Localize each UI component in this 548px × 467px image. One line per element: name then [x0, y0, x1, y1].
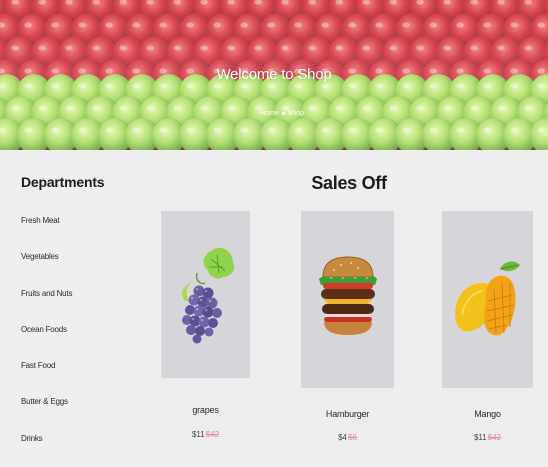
product-card-hamburger[interactable]: Hamburger $4$6 [301, 211, 394, 467]
current-price: $11 [473, 433, 487, 442]
hero-banner: Welcome to Shop Home Shop [0, 0, 548, 150]
product-card-mango[interactable]: Mango $11$42 [442, 211, 533, 467]
departments-sidebar: Departments Fresh Meat Vegetables Fruits… [0, 150, 150, 467]
mango-card-body: Mango $11$42 [442, 388, 533, 467]
hamburger-card-body: Hamburger $4$6 [301, 388, 394, 467]
breadcrumb: Home Shop [260, 110, 304, 117]
sidebar-item-fresh-meat[interactable]: Fresh Meat [21, 216, 60, 225]
old-price: $42 [487, 433, 502, 442]
product-name[interactable]: grapes [161, 405, 250, 415]
grapes-card-body: grapes $11$42 [161, 378, 250, 467]
breadcrumb-separator-icon [281, 112, 285, 115]
sidebar-item-fruits-and-nuts[interactable]: Fruits and Nuts [21, 289, 72, 298]
sidebar-item-drinks[interactable]: Drinks [21, 434, 43, 443]
product-price: $4$6 [301, 433, 394, 442]
product-card-grapes[interactable]: grapes $11$42 [161, 211, 250, 467]
sales-off-title: Sales Off [311, 173, 387, 193]
mango-image[interactable] [442, 211, 533, 388]
shop-content: Departments Fresh Meat Vegetables Fruits… [0, 150, 548, 467]
sidebar-item-fast-food[interactable]: Fast Food [21, 361, 55, 370]
departments-title: Departments [21, 174, 105, 190]
breadcrumb-current: Shop [287, 110, 305, 117]
sidebar-item-butter-eggs[interactable]: Butter & Eggs [21, 397, 68, 406]
sidebar-item-vegetables[interactable]: Vegetables [21, 252, 59, 261]
old-price: $6 [348, 433, 357, 442]
product-price: $11$42 [161, 430, 250, 439]
breadcrumb-home-link[interactable]: Home [260, 110, 279, 117]
hamburger-image[interactable] [301, 211, 394, 388]
sidebar-item-ocean-foods[interactable]: Ocean Foods [21, 325, 67, 334]
product-name[interactable]: Mango [442, 409, 533, 419]
hero-title: Welcome to Shop [216, 66, 332, 83]
old-price: $42 [205, 430, 220, 439]
product-price: $11$42 [442, 433, 533, 442]
current-price: $4 [338, 433, 347, 442]
current-price: $11 [191, 430, 205, 439]
grapes-image[interactable] [161, 211, 250, 378]
product-name[interactable]: Hamburger [301, 409, 394, 419]
